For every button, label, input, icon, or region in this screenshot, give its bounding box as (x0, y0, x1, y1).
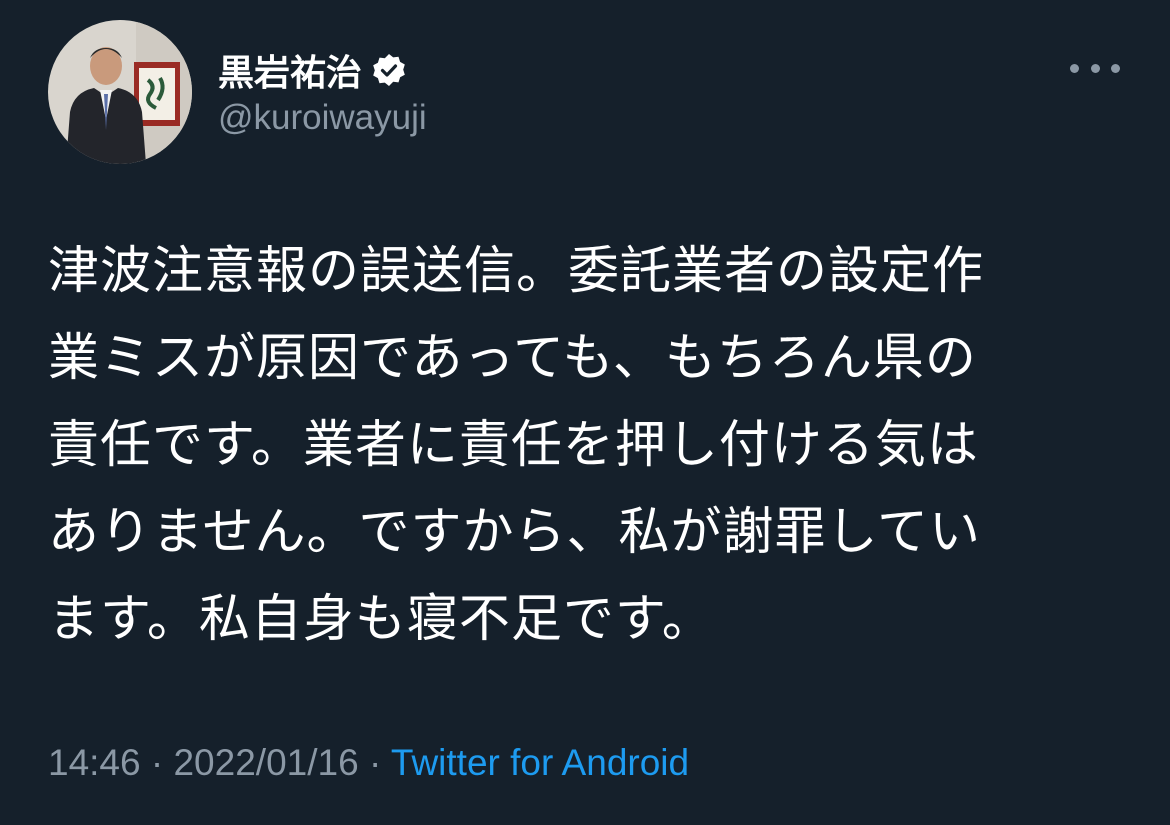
dot-icon (1090, 63, 1100, 73)
more-options-icon[interactable] (1070, 56, 1120, 80)
tweet-text-line: 津波注意報の誤送信。委託業者の設定作 (48, 242, 985, 301)
meta-separator: · (368, 742, 382, 783)
avatar[interactable] (48, 20, 192, 164)
tweet-source-link[interactable]: Twitter for Android (391, 742, 689, 783)
tweet-text-line: ありません。ですから、私が謝罪してい (48, 503, 981, 562)
dot-icon (1070, 63, 1079, 73)
tweet-time[interactable]: 14:46 (48, 742, 141, 783)
author-name-row[interactable]: 黒岩祐治 (218, 44, 406, 96)
tweet-metadata: 14:46 · 2022/01/16 · Twitter for Android (48, 742, 689, 784)
verified-badge-icon (372, 53, 406, 87)
tweet-text-line: 業ミスが原因であっても、もちろん県の (48, 329, 977, 388)
tweet-text-line: 責任です。業者に責任を押し付ける気は (48, 416, 979, 475)
tweet-detail: 黒岩祐治 @kuroiwayuji 津波注意報の誤送信。委託業者の設定作 業ミス… (0, 0, 1170, 825)
tweet-text: 津波注意報の誤送信。委託業者の設定作 業ミスが原因であっても、もちろん県の 責任… (48, 228, 1128, 663)
tweet-date[interactable]: 2022/01/16 (173, 742, 358, 783)
author-handle[interactable]: @kuroiwayuji (218, 98, 427, 138)
profile-photo-icon (48, 20, 192, 164)
meta-separator: · (150, 742, 164, 783)
author-display-name[interactable]: 黒岩祐治 (218, 44, 362, 96)
dot-icon (1111, 63, 1120, 73)
tweet-text-line: ます。私自身も寝不足です。 (48, 590, 714, 649)
